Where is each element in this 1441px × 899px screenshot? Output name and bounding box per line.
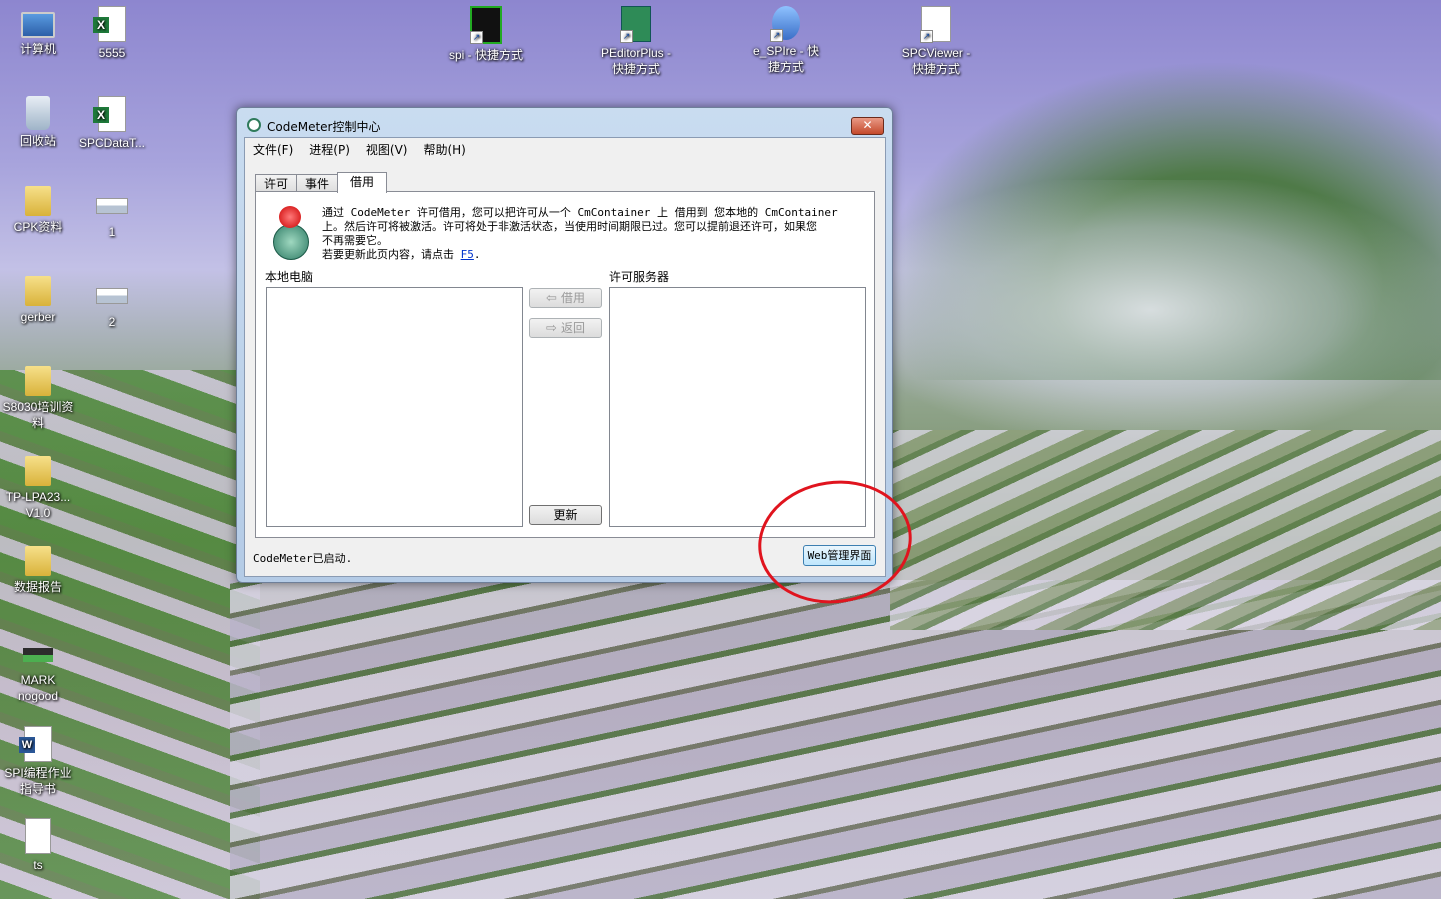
desktop-icon-image-2[interactable]: 2 bbox=[74, 276, 150, 330]
desktop-icon-label: 计算机 bbox=[19, 42, 56, 56]
folder-icon bbox=[25, 456, 51, 486]
word-file-icon bbox=[19, 726, 52, 762]
return-button[interactable]: ⇨ 返回 bbox=[529, 318, 602, 338]
local-computer-label: 本地电脑 bbox=[265, 270, 314, 284]
excel-file-icon bbox=[93, 96, 126, 132]
arrow-left-icon: ⇦ bbox=[546, 291, 557, 306]
desktop-icon-spcdata[interactable]: SPCDataT... bbox=[74, 96, 150, 151]
desktop-icon-recycle-bin[interactable]: 回收站 bbox=[0, 96, 76, 149]
blank-file-icon bbox=[25, 818, 51, 854]
desktop-icon-label: TP-LPA23... V1.0 bbox=[5, 490, 71, 520]
wallpaper-terraces-right bbox=[890, 430, 1441, 630]
desktop-icon-mark-nogood[interactable]: MARK nogood bbox=[0, 636, 76, 704]
desktop-icon-ts[interactable]: ts bbox=[0, 818, 76, 873]
desktop-icon-label: SPCDataT... bbox=[78, 136, 146, 150]
local-computer-list[interactable] bbox=[266, 287, 523, 527]
wallpaper-terraces-bottom bbox=[230, 580, 1441, 899]
f5-refresh-link[interactable]: F5 bbox=[461, 248, 474, 261]
codemeter-app-icon bbox=[247, 118, 261, 132]
desktop-icon-cpk[interactable]: CPK资料 bbox=[0, 186, 76, 235]
license-server-label: 许可服务器 bbox=[609, 270, 670, 284]
desktop-icon-label: SPCViewer - 快捷方式 bbox=[901, 46, 971, 76]
desktop-icon-label: PEditorPlus - 快捷方式 bbox=[600, 46, 672, 76]
menu-bar: 文件(F) 进程(P) 视图(V) 帮助(H) bbox=[245, 138, 885, 160]
wallpaper-mist bbox=[860, 180, 1441, 440]
menu-view[interactable]: 视图(V) bbox=[358, 138, 416, 160]
wallpaper-mountain bbox=[880, 60, 1441, 380]
desktop-icon-label: SPI编程作业指导书 bbox=[4, 766, 72, 796]
refresh-button[interactable]: 更新 bbox=[529, 505, 602, 525]
tab-borrow[interactable]: 借用 bbox=[337, 172, 388, 193]
image-file-icon bbox=[96, 288, 128, 304]
desktop-icon-label: ts bbox=[33, 858, 43, 872]
desktop-icon-espire-shortcut[interactable]: e_SPIre - 快捷方式 bbox=[748, 6, 824, 75]
desktop-icon-label: e_SPIre - 快捷方式 bbox=[752, 44, 820, 74]
folder-icon bbox=[25, 186, 51, 216]
desktop-icon-label: spi - 快捷方式 bbox=[448, 48, 523, 62]
image-file-icon bbox=[96, 198, 128, 214]
arrow-right-icon: ⇨ bbox=[546, 321, 557, 336]
desktop-icon-s8030[interactable]: S8030培训资料 bbox=[0, 366, 76, 431]
desktop-icon-label: 数据报告 bbox=[13, 580, 62, 594]
desktop-icon-data-report[interactable]: 数据报告 bbox=[0, 546, 76, 595]
desktop-icon-peditor-shortcut[interactable]: PEditorPlus - 快捷方式 bbox=[598, 6, 674, 77]
desktop-icon-5555[interactable]: 5555 bbox=[74, 6, 150, 61]
desktop-icon-label: 回收站 bbox=[19, 134, 56, 148]
desktop-icon-spi-doc[interactable]: SPI编程作业指导书 bbox=[0, 726, 76, 797]
image-file-icon bbox=[23, 648, 53, 662]
desktop-icon-label: 5555 bbox=[98, 46, 126, 60]
desktop-icon-label: MARK nogood bbox=[17, 673, 59, 703]
menu-help[interactable]: 帮助(H) bbox=[415, 138, 473, 160]
desktop-icon-label: gerber bbox=[20, 310, 56, 324]
desktop-icon-computer[interactable]: 计算机 bbox=[0, 6, 76, 57]
desktop-icon-spi-shortcut[interactable]: spi - 快捷方式 bbox=[448, 6, 524, 63]
menu-process[interactable]: 进程(P) bbox=[301, 138, 358, 160]
computer-icon bbox=[21, 12, 55, 38]
desktop-icon-label: 2 bbox=[108, 315, 116, 329]
espire-shortcut-icon bbox=[770, 6, 800, 42]
window-title: CodeMeter控制中心 bbox=[267, 120, 381, 134]
desktop-icon-spcviewer-shortcut[interactable]: SPCViewer - 快捷方式 bbox=[898, 6, 974, 77]
borrow-panel: 通过 CodeMeter 许可借用，您可以把许可从一个 CmContainer … bbox=[255, 191, 875, 538]
desktop-icon-label: 1 bbox=[108, 225, 116, 239]
tab-strip: 许可 事件 借用 bbox=[255, 172, 388, 193]
spcviewer-shortcut-icon bbox=[920, 6, 951, 43]
desktop-icon-tplpa[interactable]: TP-LPA23... V1.0 bbox=[0, 456, 76, 521]
close-button[interactable]: ✕ bbox=[851, 117, 884, 135]
desktop-icon-gerber[interactable]: gerber bbox=[0, 276, 76, 325]
info-description: 通过 CodeMeter 许可借用，您可以把许可从一个 CmContainer … bbox=[322, 206, 838, 261]
folder-icon bbox=[25, 546, 51, 576]
menu-file[interactable]: 文件(F) bbox=[245, 138, 301, 160]
borrow-button[interactable]: ⇦ 借用 bbox=[529, 288, 602, 308]
desktop-icon-label: CPK资料 bbox=[13, 220, 63, 234]
license-borrow-icon bbox=[271, 206, 311, 260]
folder-icon bbox=[25, 366, 51, 396]
recycle-bin-icon bbox=[26, 96, 50, 130]
desktop-icon-label: S8030培训资料 bbox=[2, 400, 74, 430]
title-bar[interactable]: CodeMeter控制中心 ✕ bbox=[237, 108, 892, 138]
spi-shortcut-icon bbox=[470, 6, 502, 44]
desktop-icon-image-1[interactable]: 1 bbox=[74, 186, 150, 240]
folder-icon bbox=[25, 276, 51, 306]
excel-file-icon bbox=[93, 6, 126, 42]
peditor-shortcut-icon bbox=[620, 6, 651, 43]
status-text: CodeMeter已启动. bbox=[253, 552, 353, 565]
